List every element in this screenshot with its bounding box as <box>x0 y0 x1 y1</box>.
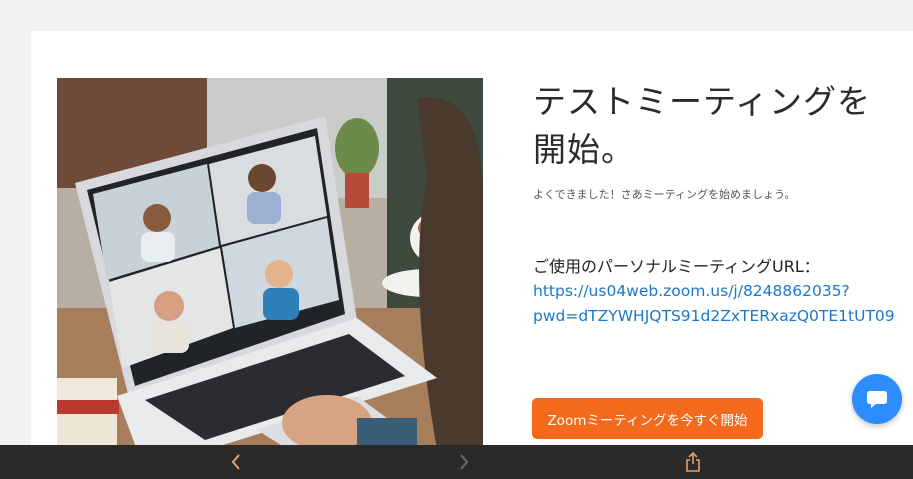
laptop-meeting-illustration <box>57 78 483 450</box>
browser-toolbar <box>0 445 913 479</box>
hero-image <box>57 78 483 450</box>
back-button[interactable] <box>216 445 256 479</box>
start-zoom-meeting-button[interactable]: Zoomミーティングを今すぐ開始 <box>532 398 763 439</box>
share-button[interactable] <box>673 445 713 479</box>
personal-meeting-url-label: ご使用のパーソナルミーティングURL： <box>533 257 820 276</box>
chevron-left-icon <box>231 454 240 470</box>
chat-button[interactable] <box>852 374 902 424</box>
forward-button[interactable] <box>444 445 484 479</box>
chat-bubble-icon <box>867 391 887 408</box>
browser-viewport: テストミーティングを開始。 よくできました！さあミーティングを始めましょう。 ご… <box>0 0 913 479</box>
url-line-1: https://us04web.zoom.us/j/8248862035? <box>533 282 850 300</box>
personal-meeting-url-link[interactable]: https://us04web.zoom.us/j/8248862035? pw… <box>533 279 913 329</box>
page-title: テストミーティングを開始。 <box>533 82 872 169</box>
page-subtitle: よくできました！さあミーティングを始めましょう。 <box>533 188 796 201</box>
url-line-2: pwd=dTZYWHJQTS91d2ZxTERxazQ0TE1tUT09 <box>533 307 895 325</box>
share-icon <box>686 452 700 472</box>
chevron-right-icon <box>460 454 469 470</box>
